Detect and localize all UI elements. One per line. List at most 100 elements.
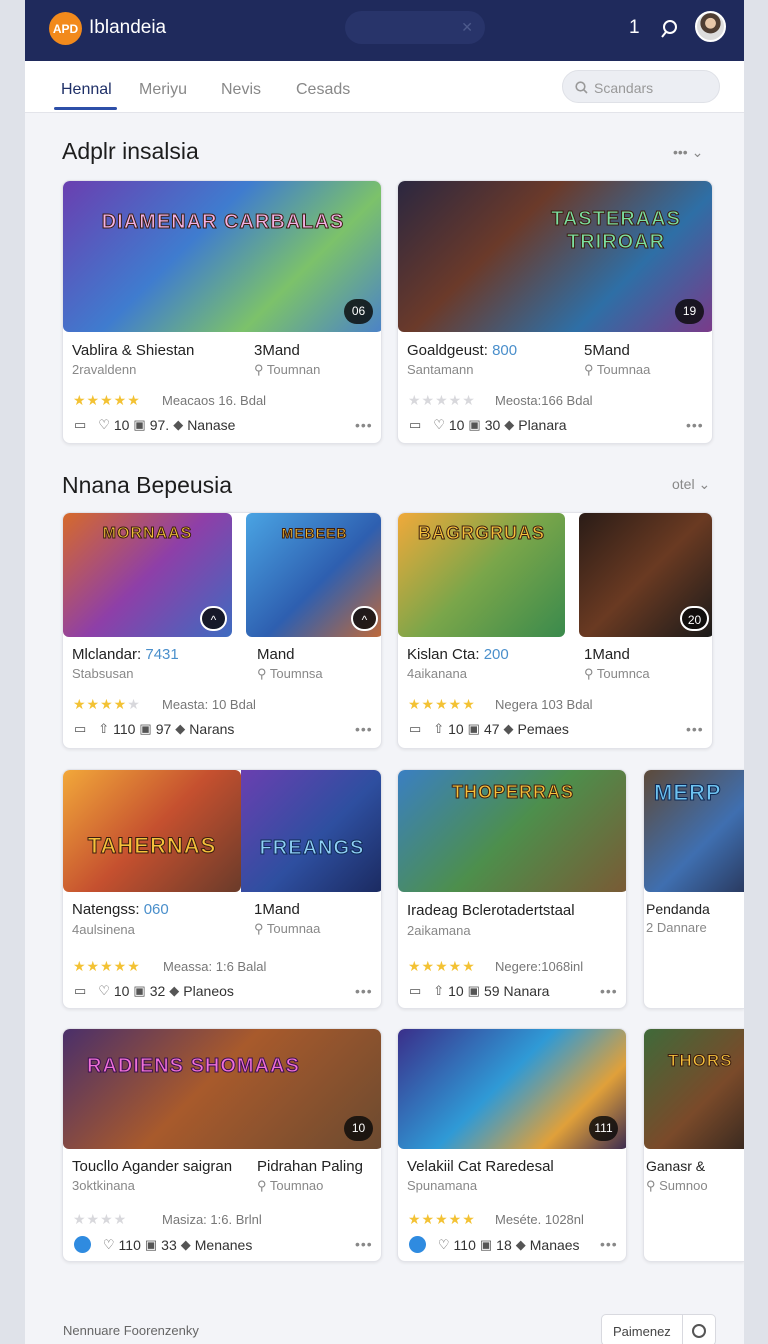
comment-icon[interactable]: ▣ [133, 417, 145, 433]
user-avatar[interactable] [695, 11, 726, 42]
game-tag[interactable]: Menanes [195, 1237, 253, 1253]
clear-icon[interactable]: ✕ [461, 19, 473, 36]
upload-icon[interactable]: ⇧ [433, 983, 444, 999]
comment-icon[interactable]: ▣ [480, 1237, 492, 1253]
chevron-up-icon[interactable]: ^ [200, 606, 227, 631]
footer-text: Nennuare Foorenzenky [63, 1323, 199, 1338]
game-card[interactable]: TASTERAAS TRIROAR 19 Goaldgeust: 800 5Ma… [397, 180, 713, 444]
count-badge: 19 [675, 299, 704, 324]
more-options-icon[interactable]: ••• [686, 417, 704, 433]
game-title: Velakiil Cat Raredesal [407, 1158, 554, 1175]
comment-icon[interactable]: ▣ [139, 721, 151, 737]
game-tag[interactable]: Planara [518, 417, 566, 433]
game-title: Ganasr & [646, 1158, 706, 1174]
game-subtitle: 4aikanana [407, 666, 467, 681]
tab-meriyu[interactable]: Meriyu [139, 81, 187, 99]
game-tag[interactable]: Nanara [504, 983, 550, 999]
game-card[interactable]: BAGRGRUAS 20 Kislan Cta: 200 1Mand 4aika… [397, 512, 713, 749]
comment-icon[interactable]: ▣ [468, 417, 480, 433]
notification-count[interactable]: 1 [629, 17, 640, 39]
screen-icon[interactable]: ▭ [74, 417, 86, 433]
tab-hennal[interactable]: Hennal [61, 81, 112, 99]
game-tag[interactable]: Manaes [530, 1237, 580, 1253]
game-card[interactable]: THORS Ganasr & ⚲ Sumnoo [643, 1028, 744, 1262]
game-number: 800 [492, 342, 518, 359]
upload-icon[interactable]: ⇧ [433, 721, 444, 737]
game-card[interactable]: MORNAAS ^ MEBEEB ^ Mlclandar: 7431 Mand … [62, 512, 382, 749]
game-thumbnail[interactable]: TASTERAAS TRIROAR 19 [398, 181, 712, 332]
section-menu-button[interactable]: otel ⌄ [672, 476, 710, 493]
tab-cesads[interactable]: Cesads [296, 81, 350, 99]
more-options-icon[interactable]: ••• [686, 721, 704, 737]
screen-icon[interactable]: ▭ [409, 983, 421, 999]
upload-icon[interactable]: ⇧ [98, 721, 109, 737]
more-options-icon[interactable]: ••• [355, 983, 373, 999]
app-logo[interactable]: APD [49, 12, 82, 45]
app-badge-icon[interactable] [409, 1236, 426, 1253]
game-thumbnail[interactable]: RADIENS SHOMAAS 10 [63, 1029, 381, 1149]
game-tag[interactable]: Narans [189, 721, 234, 737]
game-card[interactable]: RADIENS SHOMAAS 10 Toucllo Agander saigr… [62, 1028, 382, 1262]
game-thumbnail[interactable]: MERP [644, 770, 744, 892]
app-badge-icon[interactable] [74, 1236, 91, 1253]
game-thumbnail[interactable]: MORNAAS ^ [63, 513, 232, 637]
more-options-icon[interactable]: ••• [600, 983, 618, 999]
screen-icon[interactable]: ▭ [74, 721, 86, 737]
more-options-icon[interactable]: ••• [600, 1236, 618, 1252]
comment-icon[interactable]: ▣ [145, 1237, 157, 1253]
comment-icon[interactable]: ▣ [133, 983, 145, 999]
stats-row: ▭ ⇧ 10 ▣ 47 ◆ Pemaes [409, 721, 569, 737]
game-thumbnail[interactable]: TAHERNAS [63, 770, 241, 892]
game-card[interactable]: TAHERNAS FREANGS Natengss: 060 1Mand 4au… [62, 769, 382, 1009]
screen-icon[interactable]: ▭ [409, 417, 421, 433]
game-title: Iradeag Bclerotadertstaal [407, 902, 575, 919]
tab-nevis[interactable]: Nevis [221, 81, 261, 99]
circle-icon[interactable] [692, 1324, 706, 1338]
top-search-field[interactable]: ✕ [345, 11, 485, 44]
game-thumbnail[interactable]: DIAMENAR CARBALAS 06 [63, 181, 381, 332]
like-icon[interactable]: ♡ [98, 417, 110, 433]
game-card[interactable]: DIAMENAR CARBALAS 06 Vablira & Shiestan … [62, 180, 382, 444]
game-thumbnail-secondary[interactable]: FREANGS [241, 770, 381, 892]
game-art-title: THOPERRAS [451, 782, 574, 803]
screen-icon[interactable]: ▭ [74, 983, 86, 999]
game-thumbnail-secondary[interactable]: MEBEEB ^ [246, 513, 381, 637]
tag-icon: ◆ [515, 1236, 526, 1252]
game-subtitle: 2 Dannare [646, 920, 707, 935]
game-thumbnail[interactable]: THOPERRAS [398, 770, 626, 892]
game-thumbnail[interactable]: 111 [398, 1029, 626, 1149]
game-art-title: DIAMENAR CARBALAS [101, 211, 345, 234]
screen-icon[interactable]: ▭ [409, 721, 421, 737]
game-thumbnail[interactable]: THORS [644, 1029, 744, 1149]
search-input[interactable]: Scandars [562, 70, 720, 103]
like-icon[interactable]: ♡ [438, 1237, 450, 1253]
like-icon[interactable]: ♡ [103, 1237, 115, 1253]
likes-count: 10 [448, 983, 464, 999]
game-card[interactable]: 111 Velakiil Cat Raredesal Spunamana ★★★… [397, 1028, 627, 1262]
stats-row: ♡ 110 ▣ 33 ◆ Menanes [74, 1236, 252, 1253]
like-icon[interactable]: ♡ [433, 417, 445, 433]
search-icon[interactable] [661, 19, 679, 39]
game-title: Mlclandar: 7431 [72, 646, 179, 663]
stats-row: ♡ 110 ▣ 18 ◆ Manaes [409, 1236, 580, 1253]
game-tag[interactable]: Pemaes [518, 721, 569, 737]
comment-icon[interactable]: ▣ [468, 983, 480, 999]
game-card[interactable]: MERP Pendanda 2 Dannare [643, 769, 744, 1009]
more-options-icon[interactable]: ••• [355, 417, 373, 433]
game-card[interactable]: THOPERRAS Iradeag Bclerotadertstaal 2aik… [397, 769, 627, 1009]
section-menu-button[interactable]: ••• ⌄ [673, 144, 703, 161]
rating-stars: ★★★★★ [73, 696, 141, 712]
tag-icon: ◆ [175, 721, 186, 736]
game-thumbnail-secondary[interactable]: 20 [579, 513, 712, 637]
game-tag[interactable]: Nanase [187, 417, 235, 433]
footer-button[interactable]: Paimenez [601, 1314, 716, 1344]
comment-icon[interactable]: ▣ [468, 721, 480, 737]
more-options-icon[interactable]: ••• [355, 721, 373, 737]
game-tag[interactable]: Planeos [183, 983, 234, 999]
app-name: Iblandeia [89, 17, 167, 38]
more-options-icon[interactable]: ••• [355, 1236, 373, 1252]
tab-bar: Hennal Meriyu Nevis Cesads Scandars [25, 61, 744, 113]
chevron-up-icon[interactable]: ^ [351, 606, 378, 631]
like-icon[interactable]: ♡ [98, 983, 110, 999]
game-thumbnail[interactable]: BAGRGRUAS [398, 513, 565, 637]
